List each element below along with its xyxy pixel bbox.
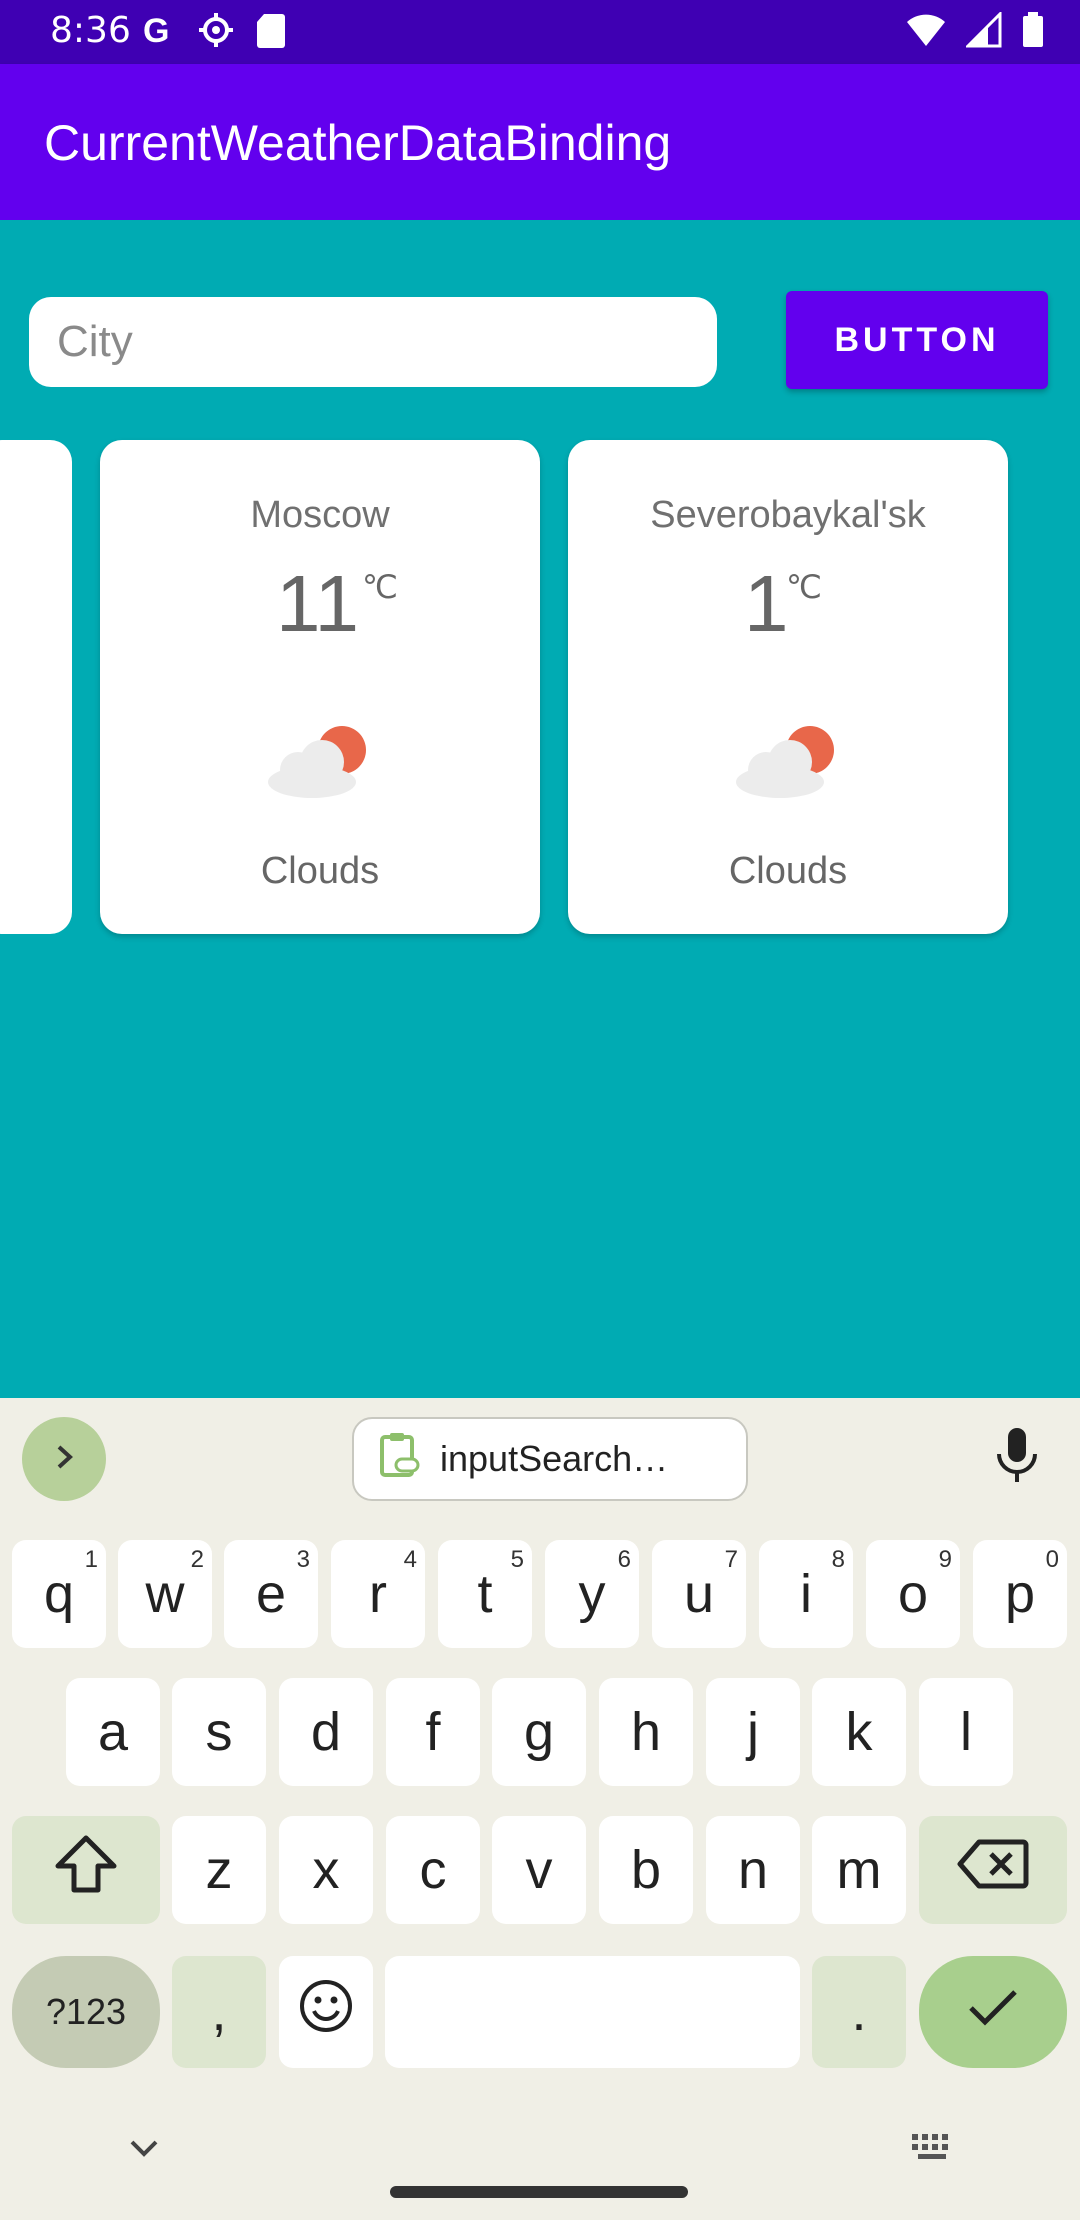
key-z[interactable]: z [172, 1816, 266, 1924]
emoji-key[interactable] [279, 1956, 373, 2068]
app-bar: CurrentWeatherDataBinding [0, 64, 1080, 220]
app-title: CurrentWeatherDataBinding [44, 115, 672, 171]
key-l[interactable]: l [919, 1678, 1013, 1786]
card-city: Moscow [250, 494, 390, 536]
home-gesture-bar[interactable] [390, 2186, 688, 2198]
card-description: Clouds [260, 850, 380, 892]
weather-card-partial[interactable] [0, 440, 72, 934]
symbols-key[interactable]: ?123 [12, 1956, 160, 2068]
key-c[interactable]: c [386, 1816, 480, 1924]
keyboard-toolbar: inputSearch… [0, 1398, 1080, 1528]
city-input[interactable] [29, 297, 717, 387]
key-m[interactable]: m [812, 1816, 906, 1924]
status-bar: 8:36 G [0, 0, 1080, 64]
hide-keyboard-chevron-down-icon[interactable] [128, 2136, 160, 2164]
soft-keyboard: inputSearch… q1 w2 e3 r4 t5 y6 u7 i8 o9 … [0, 1398, 1080, 2220]
key-d[interactable]: d [279, 1678, 373, 1786]
svg-text:G: G [143, 12, 169, 48]
chevron-right-icon [46, 1439, 82, 1479]
key-s[interactable]: s [172, 1678, 266, 1786]
card-temperature-unit: ℃ [786, 569, 822, 605]
weather-card[interactable]: Severobaykal'sk 1 ℃ Clouds [568, 440, 1008, 934]
signal-icon [964, 10, 1002, 52]
main-content: BUTTON Moscow 11 ℃ Clouds Severobaykal's… [0, 220, 1080, 1398]
card-description: Clouds [728, 850, 848, 892]
key-v[interactable]: v [492, 1816, 586, 1924]
status-time: 8:36 [50, 10, 131, 51]
weather-card[interactable]: Moscow 11 ℃ Clouds [100, 440, 540, 934]
search-button[interactable]: BUTTON [786, 291, 1048, 389]
microphone-icon[interactable] [994, 1426, 1040, 1490]
backspace-icon [957, 1838, 1029, 1903]
space-key[interactable] [385, 1956, 800, 2068]
card-temperature: 1 [744, 559, 789, 648]
clouds-sun-icon [262, 720, 372, 800]
keyboard-switch-icon[interactable] [910, 2132, 956, 2168]
card-temperature-unit: ℃ [362, 569, 398, 605]
key-w[interactable]: w2 [118, 1540, 212, 1648]
emoji-smiley-icon [298, 1978, 354, 2047]
key-x[interactable]: x [279, 1816, 373, 1924]
expand-toolbar-button[interactable] [22, 1417, 106, 1501]
key-g[interactable]: g [492, 1678, 586, 1786]
clipboard-chip-text: inputSearch… [440, 1438, 669, 1479]
clipboard-link-icon [378, 1431, 422, 1488]
sd-card-icon [256, 12, 286, 52]
backspace-key[interactable] [919, 1816, 1067, 1924]
key-h[interactable]: h [599, 1678, 693, 1786]
key-y[interactable]: y6 [545, 1540, 639, 1648]
clipboard-suggestion-chip[interactable]: inputSearch… [352, 1417, 748, 1501]
key-o[interactable]: o9 [866, 1540, 960, 1648]
key-i[interactable]: i8 [759, 1540, 853, 1648]
comma-key[interactable]: , [172, 1956, 266, 2068]
key-f[interactable]: f [386, 1678, 480, 1786]
key-q[interactable]: q1 [12, 1540, 106, 1648]
key-n[interactable]: n [706, 1816, 800, 1924]
battery-icon [1022, 12, 1044, 52]
key-e[interactable]: e3 [224, 1540, 318, 1648]
wifi-icon [906, 12, 946, 52]
key-j[interactable]: j [706, 1678, 800, 1786]
key-p[interactable]: p0 [973, 1540, 1067, 1648]
period-key[interactable]: . [812, 1956, 906, 2068]
google-g-icon: G [140, 12, 176, 52]
key-t[interactable]: t5 [438, 1540, 532, 1648]
shift-arrow-icon [54, 1834, 118, 1907]
key-a[interactable]: a [66, 1678, 160, 1786]
key-r[interactable]: r4 [331, 1540, 425, 1648]
key-b[interactable]: b [599, 1816, 693, 1924]
settings-gear-icon [198, 12, 234, 52]
key-u[interactable]: u7 [652, 1540, 746, 1648]
checkmark-icon [967, 1981, 1019, 2043]
card-city: Severobaykal'sk [650, 494, 926, 536]
enter-key[interactable] [919, 1956, 1067, 2068]
shift-key[interactable] [12, 1816, 160, 1924]
card-temperature: 11 [276, 559, 360, 648]
clouds-sun-icon [730, 720, 840, 800]
key-k[interactable]: k [812, 1678, 906, 1786]
